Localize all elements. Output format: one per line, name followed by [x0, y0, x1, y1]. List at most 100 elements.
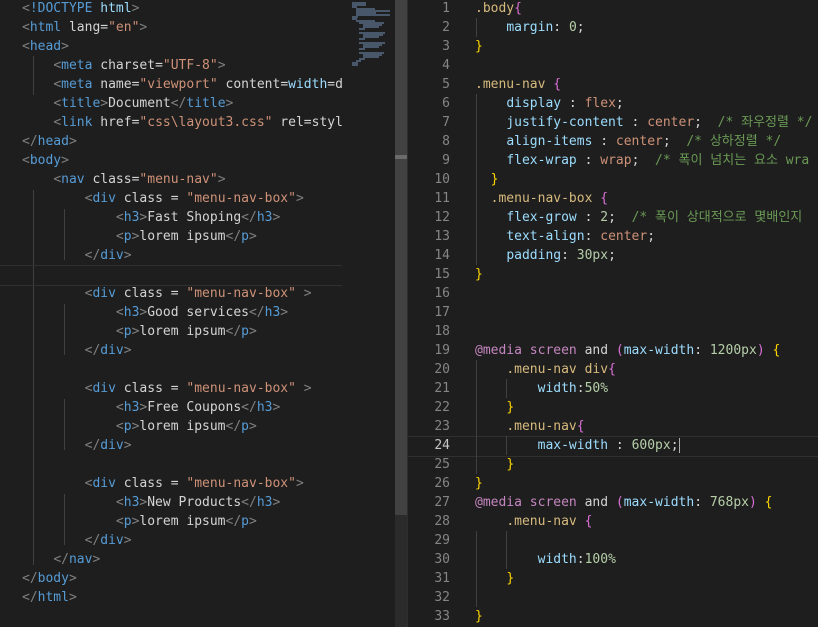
html-code-line[interactable]: </head>: [22, 132, 342, 151]
line-number: 30: [434, 552, 450, 567]
line-number: 2: [442, 20, 450, 35]
css-code-line[interactable]: justify-content : center; /* 좌우정렬 */: [475, 113, 818, 132]
line-number: 14: [434, 248, 450, 263]
scrollbar-thumb[interactable]: [395, 0, 407, 515]
css-code-line[interactable]: }: [475, 170, 818, 189]
line-number: 31: [434, 571, 450, 586]
minimap[interactable]: [346, 0, 394, 627]
html-code-line[interactable]: <h3>Fast Shoping</h3>: [22, 208, 342, 227]
css-code-line[interactable]: [475, 284, 818, 303]
html-code-line[interactable]: </body>: [22, 569, 342, 588]
html-code-line[interactable]: <p>lorem ipsum</p>: [22, 322, 342, 341]
line-number: 6: [442, 96, 450, 111]
line-number: 22: [434, 400, 450, 415]
html-editor-pane[interactable]: <!DOCTYPE html> <html lang="en"> <head> <m…: [0, 0, 342, 627]
css-code-line[interactable]: margin: 0;: [475, 18, 818, 37]
line-number: 27: [434, 495, 450, 510]
css-code-line[interactable]: [475, 303, 818, 322]
css-code-line[interactable]: [475, 531, 818, 550]
line-number: 28: [434, 514, 450, 529]
html-code-line[interactable]: [22, 455, 342, 474]
css-code-line[interactable]: width:100%: [475, 550, 818, 569]
html-code-line[interactable]: </div>: [22, 341, 342, 360]
css-code-line[interactable]: [475, 588, 818, 607]
css-code-line[interactable]: }: [475, 37, 818, 56]
css-code-line[interactable]: align-items : center; /* 상하정렬 */: [475, 132, 818, 151]
css-code-line[interactable]: flex-wrap : wrap; /* 폭이 넘치는 요소 wra: [475, 151, 818, 170]
minimap-line: [362, 26, 379, 28]
css-code-line[interactable]: max-width : 600px;: [475, 436, 818, 455]
line-number: 11: [434, 191, 450, 206]
line-number: 24: [434, 438, 450, 453]
html-code-line[interactable]: <h3>Free Coupons</h3>: [22, 398, 342, 417]
indent-guide: [476, 360, 477, 474]
html-code-line[interactable]: </div>: [22, 246, 342, 265]
css-code-line[interactable]: }: [475, 569, 818, 588]
indent-guide: [33, 56, 34, 95]
css-editor-pane[interactable]: 1 .body{2 margin: 0; 3} 4 5 .menu-nav {6 disp…: [408, 0, 818, 627]
html-code-line[interactable]: </div>: [22, 436, 342, 455]
line-number: 33: [434, 609, 450, 624]
html-code-line[interactable]: <link href="css\layout3.css" rel=styl: [22, 113, 342, 132]
minimap-line: [362, 36, 379, 38]
css-code-line[interactable]: .body{: [475, 0, 818, 18]
line-number: 8: [442, 134, 450, 149]
line-number: 21: [434, 381, 450, 396]
minimap-line: [355, 14, 390, 16]
html-code-line[interactable]: <html lang="en">: [22, 18, 342, 37]
css-code-line[interactable]: .menu-nav {: [475, 75, 818, 94]
line-number: 12: [434, 210, 450, 225]
html-code-line[interactable]: <p>lorem ipsum</p>: [22, 512, 342, 531]
css-code-line[interactable]: }: [475, 455, 818, 474]
css-code-line[interactable]: .menu-nav-box {: [475, 189, 818, 208]
html-code-line[interactable]: <h3>Good services</h3>: [22, 303, 342, 322]
css-code-line[interactable]: .menu-nav {: [475, 512, 818, 531]
html-code-line[interactable]: <title>Document</title>: [22, 94, 342, 113]
css-code-line[interactable]: flex-grow : 2; /* 폭이 상대적으로 몇배인지: [475, 208, 818, 227]
line-number: 23: [434, 419, 450, 434]
css-code-line[interactable]: }: [475, 265, 818, 284]
html-code-line[interactable]: [22, 360, 342, 379]
line-number: 5: [442, 77, 450, 92]
css-code-line[interactable]: @media screen and (max-width: 1200px) {: [475, 341, 818, 360]
css-code-line[interactable]: @media screen and (max-width: 768px) {: [475, 493, 818, 512]
indent-guide: [33, 190, 34, 565]
indent-guide: [64, 399, 65, 450]
css-code-line[interactable]: .menu-nav div{: [475, 360, 818, 379]
html-code-line[interactable]: </div>: [22, 531, 342, 550]
html-code-line[interactable]: </html>: [22, 588, 342, 607]
html-code-line[interactable]: <div class = "menu-nav-box">: [22, 474, 342, 493]
minimap-line: [359, 38, 365, 40]
css-code-line[interactable]: .menu-nav{: [475, 417, 818, 436]
html-code-line[interactable]: <p>lorem ipsum</p>: [22, 417, 342, 436]
line-number: 9: [442, 153, 450, 168]
html-code-line[interactable]: <div class = "menu-nav-box" >: [22, 379, 342, 398]
minimap-line: [359, 28, 365, 30]
html-code-line[interactable]: <body>: [22, 151, 342, 170]
css-code-line[interactable]: }: [475, 474, 818, 493]
html-code-line[interactable]: <meta charset="UTF-8">: [22, 56, 342, 75]
line-number: 17: [434, 305, 450, 320]
css-code-line[interactable]: display : flex;: [475, 94, 818, 113]
indent-guide: [64, 209, 65, 260]
css-code-line[interactable]: width:50%: [475, 379, 818, 398]
css-code-line[interactable]: }: [475, 398, 818, 417]
indent-guide: [64, 494, 65, 545]
css-code-line[interactable]: [475, 56, 818, 75]
html-code-line[interactable]: <div class = "menu-nav-box">: [22, 189, 342, 208]
minimap-line: [362, 56, 379, 58]
html-code-line[interactable]: </nav>: [22, 550, 342, 569]
html-code-line[interactable]: <nav class="menu-nav">: [22, 170, 342, 189]
html-code-line[interactable]: <p>lorem ipsum</p>: [22, 227, 342, 246]
html-code-line[interactable]: <meta name="viewport" content=width=d: [22, 75, 342, 94]
css-code-line[interactable]: padding: 30px;: [475, 246, 818, 265]
html-code-line[interactable]: <head>: [22, 37, 342, 56]
css-code-line[interactable]: [475, 322, 818, 341]
html-code-line[interactable]: <!DOCTYPE html>: [22, 0, 342, 18]
html-code-line[interactable]: <h3>New Products</h3>: [22, 493, 342, 512]
html-code-line[interactable]: <div class = "menu-nav-box" >: [22, 284, 342, 303]
line-number: 20: [434, 362, 450, 377]
indent-guide: [506, 436, 507, 455]
css-code-line[interactable]: }: [475, 607, 818, 626]
css-code-line[interactable]: text-align: center;: [475, 227, 818, 246]
